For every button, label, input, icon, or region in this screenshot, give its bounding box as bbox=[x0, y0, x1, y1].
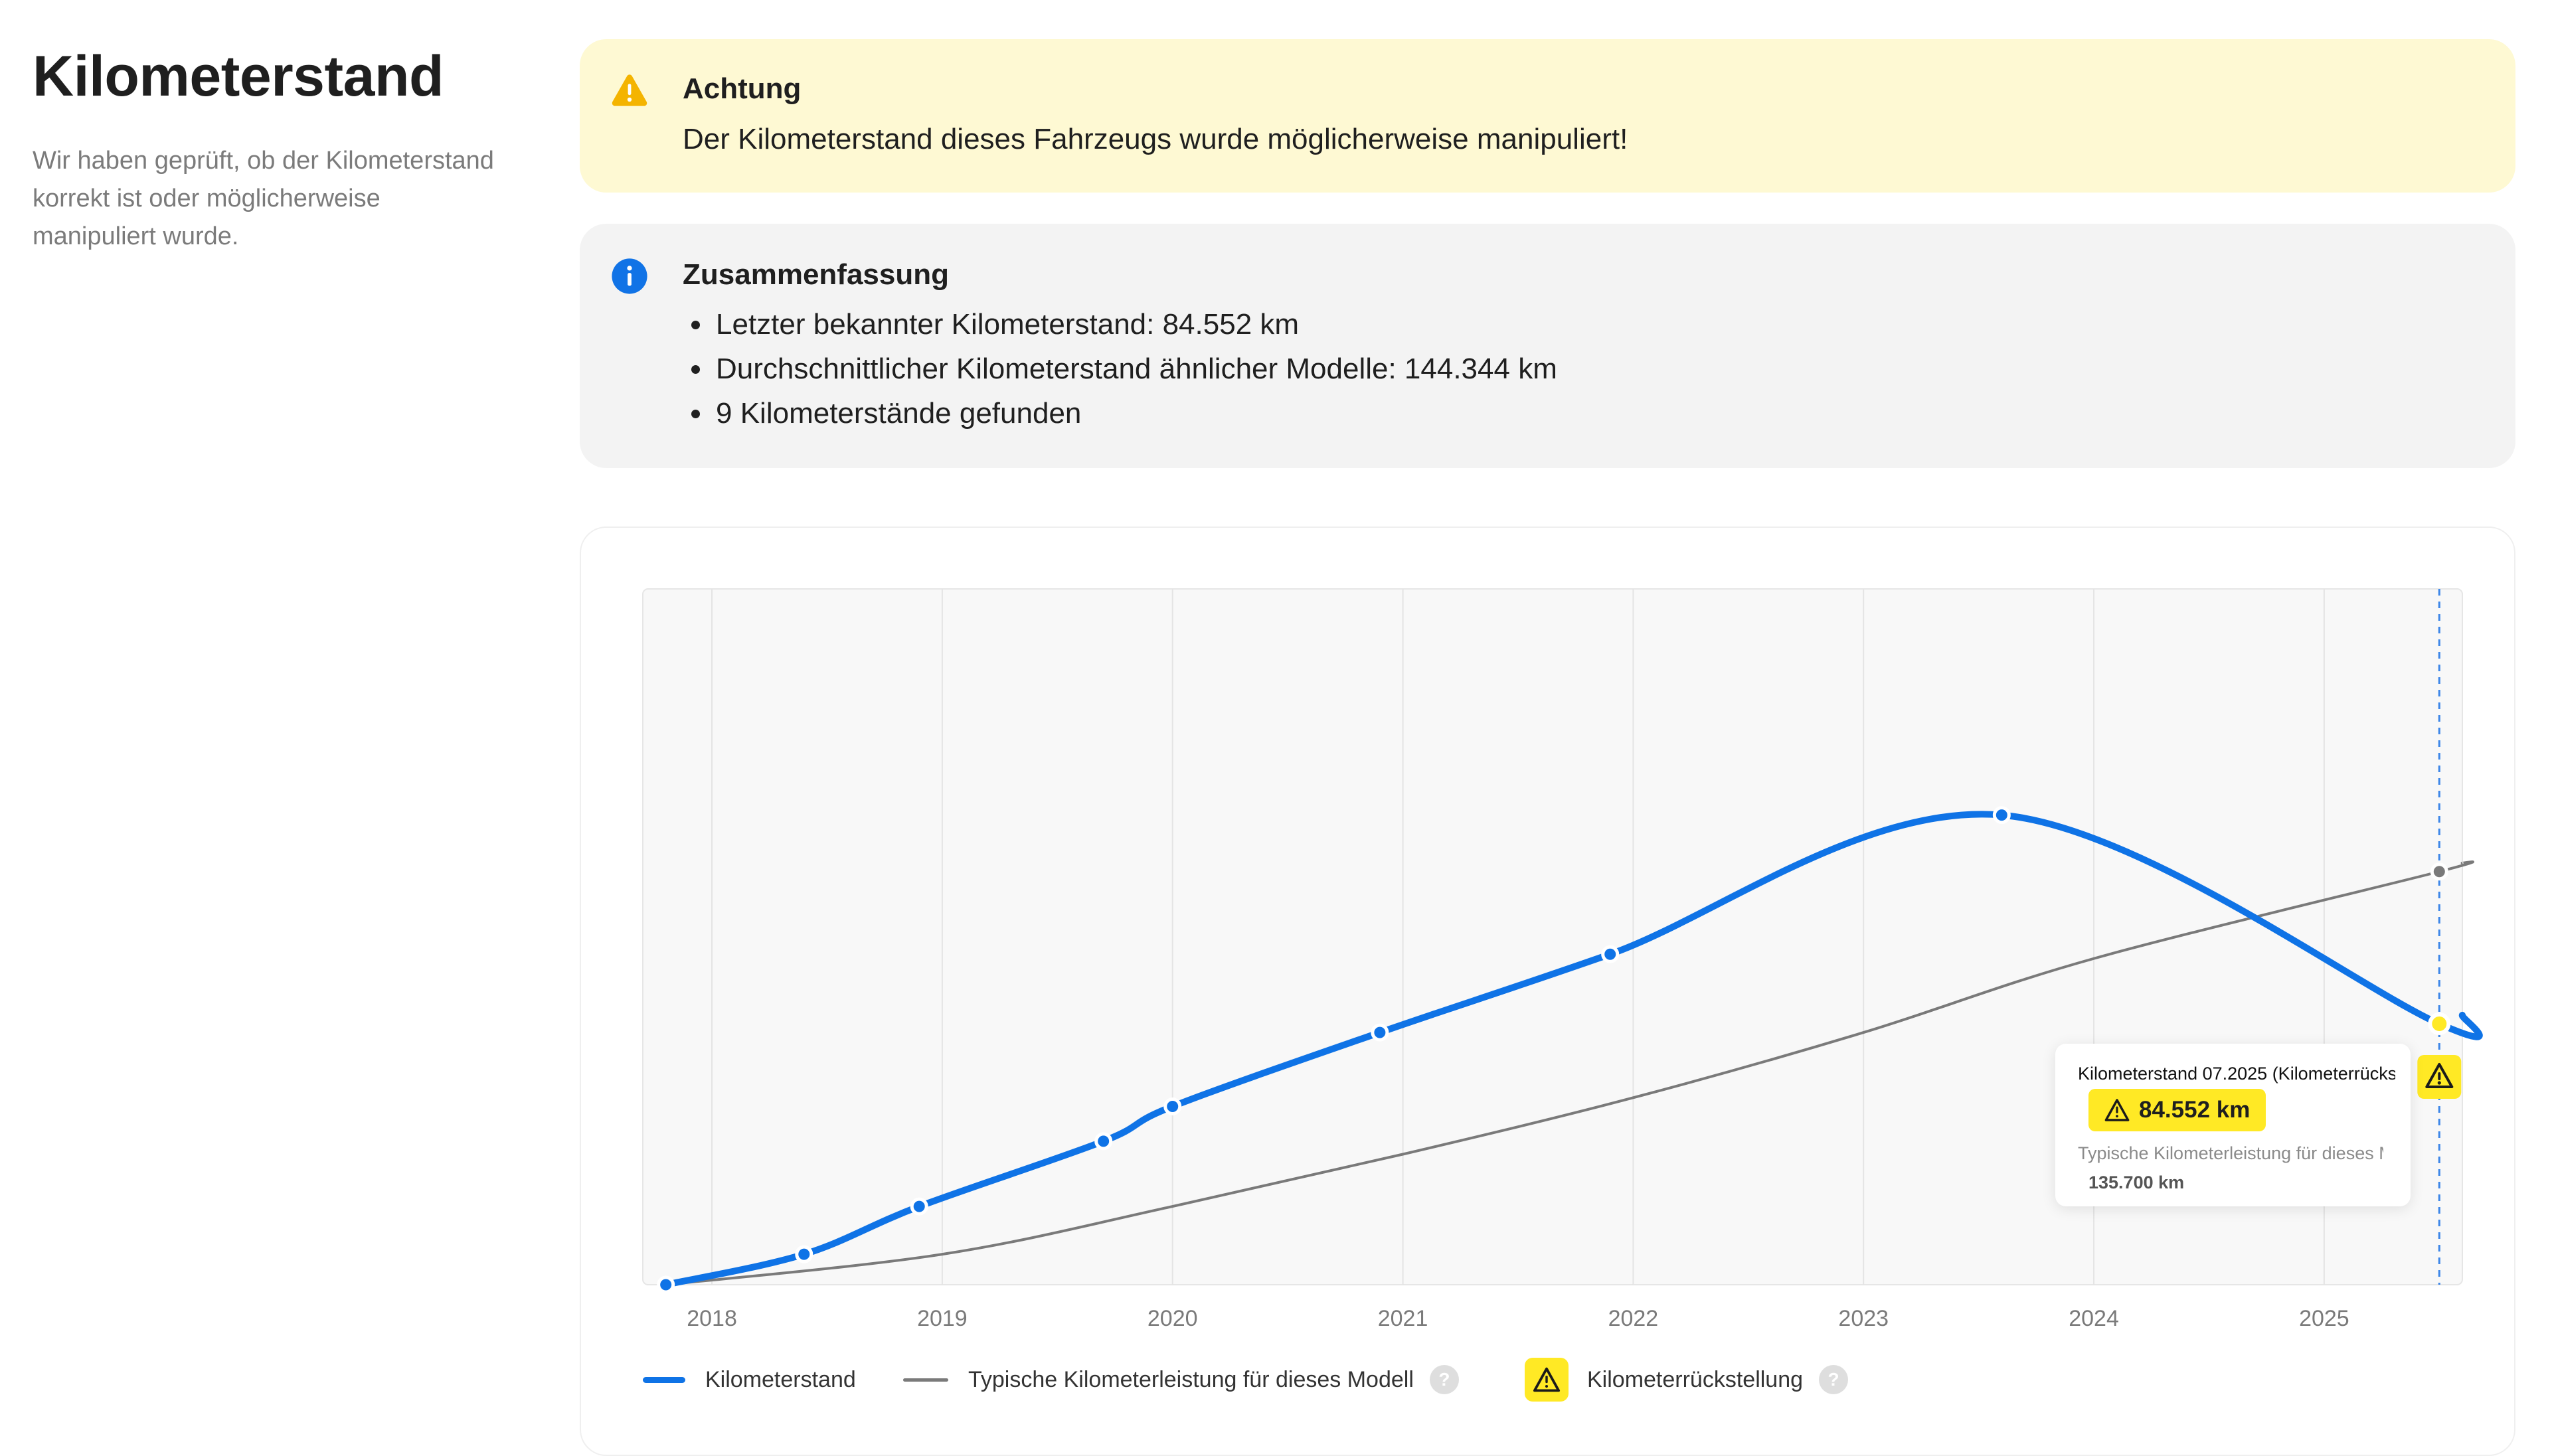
rollback-point bbox=[2428, 1012, 2451, 1035]
x-tick-label-2025: 2025 bbox=[2299, 1306, 2349, 1331]
data-point bbox=[1992, 806, 2011, 825]
x-tick-label-2024: 2024 bbox=[2069, 1306, 2119, 1331]
data-point bbox=[1163, 1097, 1182, 1115]
data-point bbox=[1601, 945, 1620, 963]
legend-item-typical[interactable]: Typische Kilometerleistung für dieses Mo… bbox=[903, 1360, 1459, 1400]
legend-item-mileage[interactable]: Kilometerstand bbox=[643, 1360, 856, 1400]
x-tick-label-2020: 2020 bbox=[1148, 1306, 1198, 1331]
tooltip-value: 84.552 km bbox=[2139, 1097, 2251, 1123]
warning-icon-bar bbox=[2438, 1072, 2441, 1080]
legend-item-rollback[interactable]: Kilometerrückstellung ? bbox=[1525, 1358, 1849, 1402]
data-point bbox=[1371, 1023, 1389, 1042]
help-icon[interactable]: ? bbox=[1429, 1365, 1459, 1394]
chart-tooltip: Kilometerstand 07.2025 (Kilometerrückste… bbox=[2055, 1044, 2411, 1206]
data-point bbox=[795, 1245, 813, 1263]
legend-label-rollback: Kilometerrückstellung bbox=[1587, 1366, 1804, 1392]
legend-swatch-typical bbox=[903, 1378, 948, 1382]
help-icon[interactable]: ? bbox=[1819, 1365, 1849, 1394]
legend-label-mileage: Kilometerstand bbox=[705, 1366, 856, 1392]
typical-marker-point bbox=[2430, 862, 2448, 881]
x-tick-label-2021: 2021 bbox=[1378, 1306, 1428, 1331]
x-tick-label-2019: 2019 bbox=[917, 1306, 968, 1331]
legend-label-typical: Typische Kilometerleistung für dieses Mo… bbox=[968, 1366, 1414, 1392]
x-tick-label-2023: 2023 bbox=[1838, 1306, 1889, 1331]
tooltip-value-badge: 84.552 km bbox=[2088, 1089, 2266, 1131]
tooltip-typical-label: Typische Kilometerleistung für dieses Mo… bbox=[2078, 1143, 2383, 1163]
tooltip-title: Kilometerstand 07.2025 (Kilometerrückste… bbox=[2078, 1064, 2395, 1084]
rollback-warning-icon bbox=[1525, 1358, 1569, 1402]
warning-icon-dot bbox=[2437, 1081, 2441, 1085]
tooltip-typical-value: 135.700 km bbox=[2088, 1173, 2185, 1192]
legend-swatch-mileage bbox=[643, 1376, 685, 1383]
warning-triangle-icon bbox=[2104, 1099, 2130, 1121]
data-point bbox=[910, 1197, 928, 1216]
x-tick-label-2018: 2018 bbox=[687, 1306, 737, 1331]
data-point bbox=[1094, 1132, 1113, 1151]
x-tick-label-2022: 2022 bbox=[1608, 1306, 1659, 1331]
data-point bbox=[657, 1275, 675, 1294]
